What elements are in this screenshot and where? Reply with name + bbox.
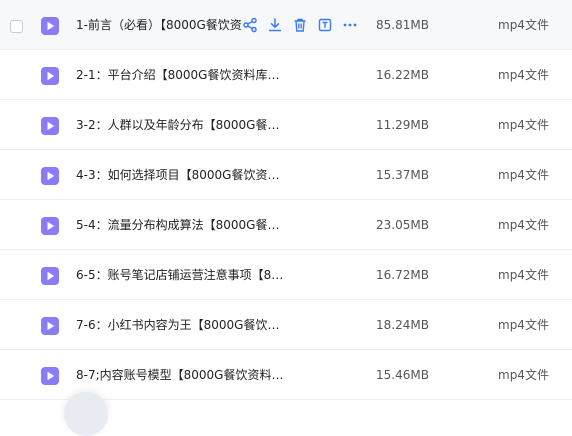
video-file-icon	[40, 116, 60, 136]
file-name[interactable]: 3-2：人群以及年龄分布【8000G餐饮...	[76, 100, 288, 150]
file-row[interactable]: 4-3：如何选择项目【8000G餐饮资料... 15.37MB mp4文件	[0, 150, 572, 200]
download-icon[interactable]	[267, 17, 283, 33]
file-size: 16.22MB	[376, 68, 429, 82]
file-type: mp4文件	[498, 268, 549, 282]
file-type: mp4文件	[498, 18, 549, 32]
file-type: mp4文件	[498, 318, 549, 332]
row-actions	[242, 17, 358, 33]
file-name[interactable]: 5-4：流量分布构成算法【8000G餐饮...	[76, 200, 288, 250]
file-row[interactable]: 6-5：账号笔记店铺运营注意事项【80... 16.72MB mp4文件	[0, 250, 572, 300]
video-file-icon	[40, 16, 60, 36]
file-name[interactable]: 1-前言（必看）【8000G餐饮资料库获取	[76, 0, 242, 50]
delete-icon[interactable]	[292, 17, 308, 33]
file-row[interactable]: 1-前言（必看）【8000G餐饮资料库获取 85.81MB mp4文件	[0, 0, 572, 50]
file-type: mp4文件	[498, 68, 549, 82]
video-file-icon	[40, 266, 60, 286]
file-row[interactable]: 3-2：人群以及年龄分布【8000G餐饮... 11.29MB mp4文件	[0, 100, 572, 150]
video-file-icon	[40, 166, 60, 186]
file-size: 85.81MB	[376, 18, 429, 32]
file-type: mp4文件	[498, 218, 549, 232]
file-size: 16.72MB	[376, 268, 429, 282]
file-size: 15.46MB	[376, 368, 429, 382]
video-file-icon	[40, 316, 60, 336]
file-row[interactable]: 5-4：流量分布构成算法【8000G餐饮... 23.05MB mp4文件	[0, 200, 572, 250]
file-name[interactable]: 7-6：小红书内容为王【8000G餐饮资...	[76, 300, 288, 350]
file-name[interactable]: 6-5：账号笔记店铺运营注意事项【80...	[76, 250, 288, 300]
file-type: mp4文件	[498, 118, 549, 132]
file-row[interactable]: 2-1：平台介绍【8000G餐饮资料库获... 16.22MB mp4文件	[0, 50, 572, 100]
file-row[interactable]: 7-6：小红书内容为王【8000G餐饮资... 18.24MB mp4文件	[0, 300, 572, 350]
file-name[interactable]: 4-3：如何选择项目【8000G餐饮资料...	[76, 150, 288, 200]
row-checkbox[interactable]	[10, 20, 23, 33]
more-icon[interactable]	[342, 17, 358, 33]
file-type: mp4文件	[498, 168, 549, 182]
file-size: 18.24MB	[376, 318, 429, 332]
file-type: mp4文件	[498, 368, 549, 382]
video-file-icon	[40, 66, 60, 86]
file-name[interactable]: 2-1：平台介绍【8000G餐饮资料库获...	[76, 50, 288, 100]
video-file-icon	[40, 366, 60, 386]
file-size: 15.37MB	[376, 168, 429, 182]
file-name[interactable]: 8-7;内容账号模型【8000G餐饮资料库...	[76, 350, 288, 400]
floating-button[interactable]	[64, 392, 108, 436]
file-list: 1-前言（必看）【8000G餐饮资料库获取 85.81MB mp4文件	[0, 0, 572, 400]
file-size: 11.29MB	[376, 118, 429, 132]
rename-icon[interactable]	[317, 17, 333, 33]
video-file-icon	[40, 216, 60, 236]
share-icon[interactable]	[242, 17, 258, 33]
file-size: 23.05MB	[376, 218, 429, 232]
